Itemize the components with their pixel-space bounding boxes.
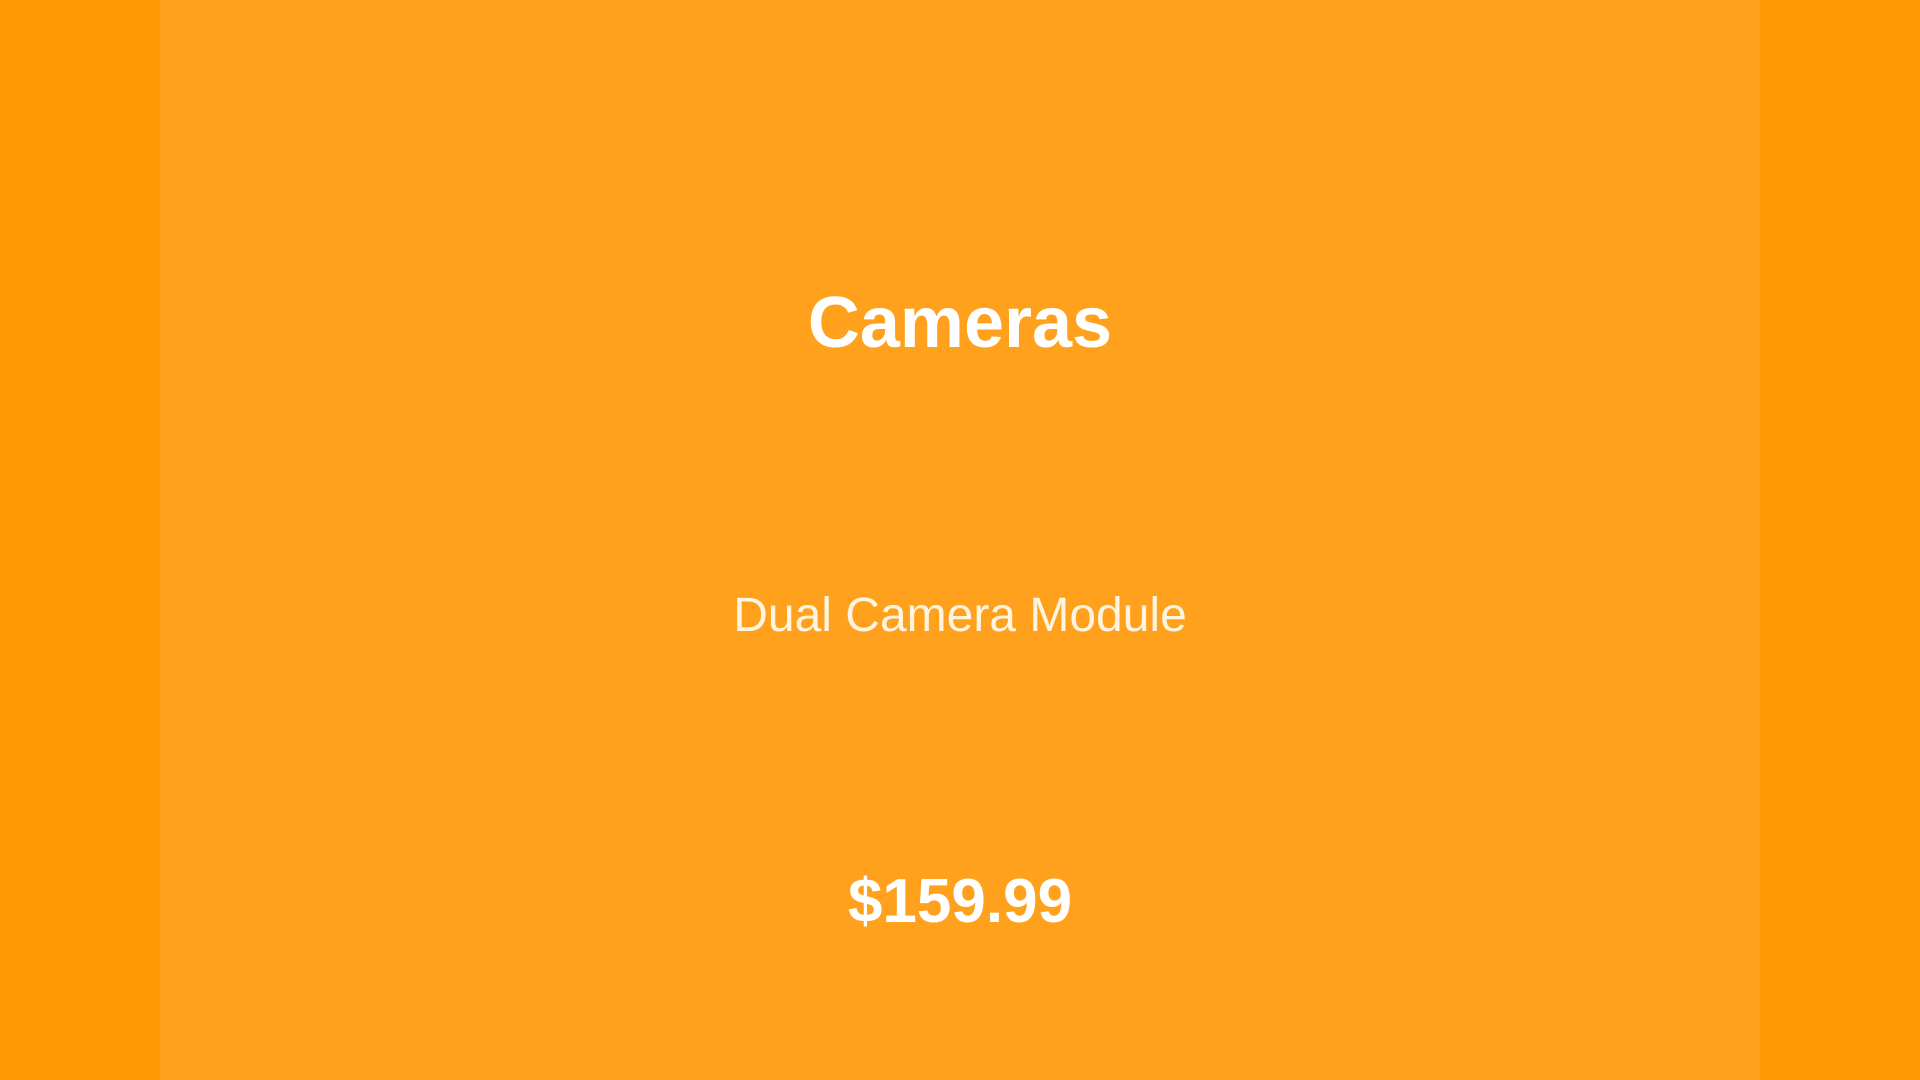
product-category-title: Cameras: [807, 283, 1113, 363]
page-background: Cameras Dual Camera Module $159.99: [0, 0, 1920, 1080]
product-price: $159.99: [847, 867, 1073, 936]
product-card[interactable]: Cameras Dual Camera Module $159.99: [160, 0, 1760, 1080]
product-name: Dual Camera Module: [733, 589, 1187, 642]
